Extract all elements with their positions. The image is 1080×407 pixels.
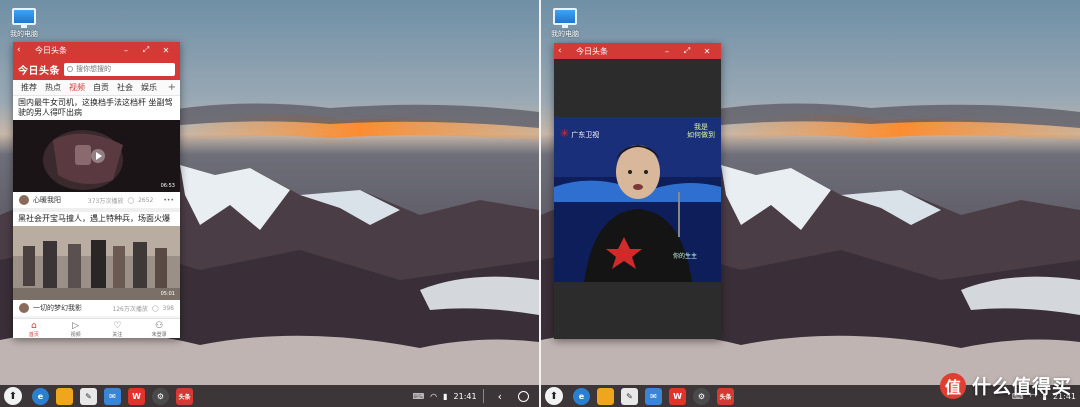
home-nav-icon[interactable] [518, 390, 529, 402]
wifi-icon[interactable]: ◠ [430, 392, 437, 401]
video-duration: 05:01 [160, 291, 175, 297]
monitor-icon [553, 8, 577, 28]
toutiao-video-window: ‹ 今日头条 – ⤢ ✕ ✳ 广东卫视 我是 如何做到 你的生主 [554, 43, 721, 339]
video-feed: 国内最牛女司机，这换档手法这档杆 坐副驾驶的男人得吓出病 06:53 心暖我阳 … [13, 96, 180, 316]
close-icon[interactable]: ✕ [697, 47, 717, 56]
notes-icon[interactable]: ✎ [621, 387, 638, 405]
keyboard-icon[interactable]: ⌨ [413, 392, 425, 401]
view-count: 126万次播放 [112, 305, 148, 313]
settings-icon[interactable]: ⚙ [693, 387, 710, 405]
nav-video[interactable]: ▷ 视频 [55, 319, 97, 338]
maximize-icon[interactable]: ⤢ [677, 46, 697, 56]
mail-icon[interactable]: ✉ [645, 387, 662, 405]
left-desktop: 我的电脑 ‹ 今日头条 – ⤢ ✕ 今日头条 推荐 热点 视频 [0, 0, 539, 407]
wps-icon[interactable]: W [669, 387, 686, 405]
tab-recommend[interactable]: 推荐 [17, 82, 41, 93]
taskbar: ⬆ e ✎ ✉ W ⚙ 头条 ⌨ ◠ ▮ 21:41 ‹ [0, 385, 539, 407]
tab-video[interactable]: 视频 [65, 82, 89, 93]
tab-hot[interactable]: 热点 [41, 82, 65, 93]
back-icon[interactable]: ‹ [558, 46, 576, 56]
show-caption: 你的生主 [672, 253, 697, 260]
article-meta: 心暖我阳 373万次播放 ◯ 2652 ••• [13, 192, 180, 208]
notes-icon[interactable]: ✎ [80, 387, 97, 405]
browser-icon[interactable]: e [573, 387, 590, 405]
brand-text: 什么值得买 [971, 376, 1072, 398]
tab-society[interactable]: 社会 [113, 82, 137, 93]
video-player[interactable]: ✳ 广东卫视 我是 如何做到 你的生主 [554, 59, 721, 339]
settings-icon[interactable]: ⚙ [152, 387, 169, 405]
article-title: 国内最牛女司机，这换档手法这档杆 坐副驾驶的男人得吓出病 [18, 98, 173, 117]
heart-icon: ♡ [113, 321, 122, 331]
desktop-icon-label: 我的电脑 [551, 30, 579, 38]
wps-icon[interactable]: W [128, 387, 145, 405]
bottom-navigation: ⌂ 首页 ▷ 视频 ♡ 关注 ⚇ 未登录 [13, 318, 180, 338]
minimize-icon[interactable]: – [657, 47, 677, 56]
avatar [19, 195, 29, 205]
article-title: 黑社会开宝马撞人，遇上特种兵，场面火爆 [18, 214, 170, 223]
search-box[interactable] [64, 62, 175, 76]
window-titlebar: ‹ 今日头条 – ⤢ ✕ [554, 43, 721, 59]
nav-profile[interactable]: ⚇ 未登录 [138, 319, 180, 338]
close-icon[interactable]: ✕ [156, 46, 176, 55]
browser-icon[interactable]: e [32, 387, 49, 405]
channel-logo: ✳ 广东卫视 [560, 127, 600, 140]
avatar [19, 303, 29, 313]
app-header: 今日头条 [13, 58, 180, 80]
video-frame[interactable]: ✳ 广东卫视 我是 如何做到 你的生主 [554, 117, 721, 282]
tab-zigong[interactable]: 自贡 [89, 82, 113, 93]
app-logo: 今日头条 [18, 65, 60, 77]
brand-badge: 值 [939, 372, 966, 399]
right-desktop: 我的电脑 ‹ 今日头条 – ⤢ ✕ ✳ 广东卫视 我是 如何做到 你的生主 ⬆ … [541, 0, 1080, 407]
window-title: 今日头条 [576, 46, 608, 56]
home-icon: ⌂ [31, 321, 37, 331]
clock: 21:41 [453, 391, 477, 401]
maximize-icon[interactable]: ⤢ [136, 45, 156, 55]
mail-icon[interactable]: ✉ [104, 387, 121, 405]
comment-icon: ◯ [127, 196, 135, 204]
video-thumbnail[interactable]: 05:01 [13, 226, 180, 300]
toutiao-window: ‹ 今日头条 – ⤢ ✕ 今日头条 推荐 热点 视频 自贡 社会 娱乐 [13, 42, 180, 338]
window-titlebar: ‹ 今日头条 – ⤢ ✕ [13, 42, 180, 58]
search-icon [67, 66, 73, 72]
video-thumbnail[interactable]: 06:53 [13, 120, 180, 192]
dual-screenshot: 我的电脑 ‹ 今日头条 – ⤢ ✕ 今日头条 推荐 热点 视频 [0, 0, 1080, 407]
list-item[interactable]: 黑社会开宝马撞人，遇上特种兵，场面火爆 05:01 一切的梦幻我影 126万次播… [13, 212, 180, 316]
article-meta: 一切的梦幻我影 126万次播放 ◯ 398 [13, 300, 180, 316]
play-icon: ▷ [72, 321, 80, 331]
toutiao-taskbar-icon[interactable]: 头条 [717, 387, 734, 405]
folder-icon[interactable] [597, 387, 614, 405]
nav-home[interactable]: ⌂ 首页 [13, 319, 55, 338]
monitor-icon [12, 8, 36, 28]
comment-count: 398 [162, 304, 174, 312]
my-computer-icon[interactable]: 我的电脑 [4, 8, 44, 39]
window-title: 今日头条 [35, 45, 67, 55]
desktop-icon-label: 我的电脑 [10, 30, 38, 38]
author-name: 心暖我阳 [33, 196, 61, 204]
video-duration: 06:53 [160, 183, 175, 189]
toutiao-taskbar-icon[interactable]: 头条 [176, 387, 193, 405]
tab-entertainment[interactable]: 娱乐 [137, 82, 161, 93]
search-input[interactable] [76, 65, 166, 73]
comment-count: 2652 [138, 196, 154, 204]
watermark-brand: 值 什么值得买 [939, 372, 1072, 399]
system-tray: ⌨ ◠ ▮ 21:41 ‹ [413, 389, 535, 403]
start-button[interactable]: ⬆ [545, 387, 563, 405]
show-watermark: 我是 如何做到 [687, 123, 715, 139]
view-count: 373万次播放 [87, 197, 124, 205]
channel-tabs: 推荐 热点 视频 自贡 社会 娱乐 + [13, 80, 180, 96]
user-icon: ⚇ [155, 321, 164, 331]
list-item[interactable]: 国内最牛女司机，这换档手法这档杆 坐副驾驶的男人得吓出病 06:53 心暖我阳 … [13, 96, 180, 208]
start-button[interactable]: ⬆ [4, 387, 22, 405]
battery-icon[interactable]: ▮ [443, 392, 447, 401]
minimize-icon[interactable]: – [116, 46, 136, 55]
comment-icon: ◯ [151, 304, 159, 312]
author-name: 一切的梦幻我影 [33, 304, 82, 312]
add-channel-icon[interactable]: + [164, 82, 180, 93]
back-icon[interactable]: ‹ [17, 45, 35, 55]
nav-follow[interactable]: ♡ 关注 [97, 319, 139, 338]
folder-icon[interactable] [56, 387, 73, 405]
my-computer-icon[interactable]: 我的电脑 [545, 8, 585, 39]
back-nav-icon[interactable]: ‹ [498, 390, 502, 403]
more-icon[interactable]: ••• [163, 197, 174, 204]
